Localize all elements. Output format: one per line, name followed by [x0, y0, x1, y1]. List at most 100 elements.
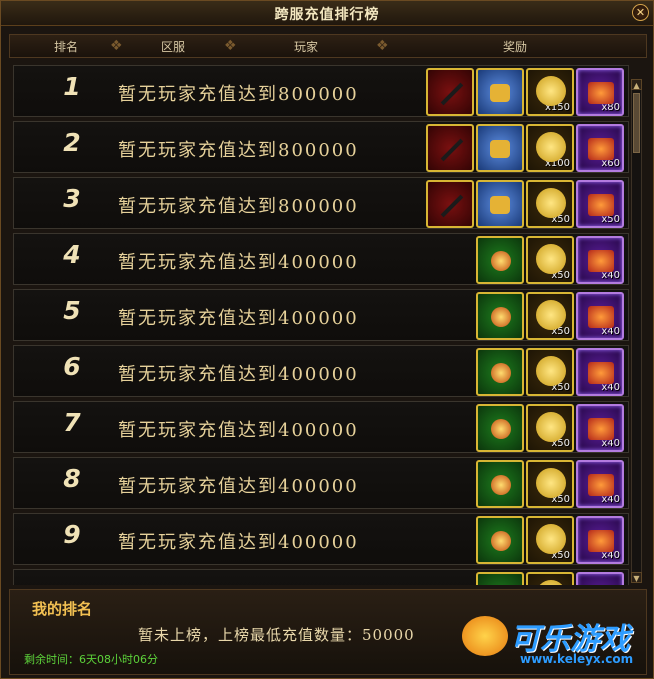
reward-qty: x50 [551, 382, 570, 393]
treasure-chest-icon[interactable]: x80 [576, 68, 624, 116]
rank-number: 7 [63, 408, 81, 437]
green-gem-icon[interactable] [476, 348, 524, 396]
close-icon[interactable]: ✕ [632, 4, 649, 21]
table-row: 3 暂无玩家充值达到800000 x50 x50 [13, 177, 629, 229]
gold-coin-icon[interactable]: x150 [526, 68, 574, 116]
reward-qty: x50 [551, 550, 570, 561]
rank-number: 6 [63, 352, 81, 381]
table-row: 6 暂无玩家充值达到400000 x50 x40 [13, 345, 629, 397]
gold-coin-icon[interactable]: x50 [526, 516, 574, 564]
rank-number: 9 [63, 520, 81, 549]
reward-qty: x40 [601, 494, 620, 505]
player-text: 暂无玩家充值达到400000 [118, 420, 359, 441]
rank-number: 8 [63, 464, 81, 493]
gold-coin-icon[interactable]: x50 [526, 180, 574, 228]
reward-qty: x50 [551, 214, 570, 225]
logo-icon [462, 616, 508, 656]
watermark-logo: 可乐游戏 www.keleyx.com [462, 612, 654, 670]
treasure-chest-icon[interactable]: x40 [576, 236, 624, 284]
treasure-chest-icon[interactable]: x60 [576, 124, 624, 172]
reward-qty: x50 [551, 438, 570, 449]
player-text: 暂无玩家充值达到400000 [118, 476, 359, 497]
green-gem-icon[interactable] [476, 460, 524, 508]
green-gem-icon[interactable] [476, 516, 524, 564]
rank-number: 5 [63, 296, 81, 325]
treasure-chest-icon[interactable]: x40 [576, 348, 624, 396]
scroll-thumb[interactable] [633, 93, 640, 153]
player-text: 暂无玩家充值达到800000 [118, 196, 359, 217]
reward-qty: x40 [601, 438, 620, 449]
reward-qty: x50 [551, 326, 570, 337]
my-rank-panel: 我的排名 暂未上榜，上榜最低充值数量：50000 剩余时间：6天08小时06分 … [9, 589, 647, 675]
reward-qty: x150 [544, 102, 570, 113]
player-text: 暂无玩家充值达到400000 [118, 364, 359, 385]
header-divider-icon: ❖ [110, 38, 123, 54]
player-text: 暂无玩家充值达到400000 [118, 532, 359, 553]
crown-icon[interactable] [476, 124, 524, 172]
gold-coin-icon[interactable]: x50 [526, 460, 574, 508]
player-text: 暂无玩家充值达到400000 [118, 308, 359, 329]
table-row: 5 暂无玩家充值达到400000 x50 x40 [13, 289, 629, 341]
gold-coin-icon[interactable]: x50 [526, 236, 574, 284]
treasure-chest-icon[interactable]: x40 [576, 292, 624, 340]
table-row: 9 暂无玩家充值达到400000 x50 x40 [13, 513, 629, 565]
table-row: 7 暂无玩家充值达到400000 x50 x40 [13, 401, 629, 453]
rank-number: 3 [63, 184, 81, 213]
header-reward: 奖励 [502, 40, 527, 54]
treasure-chest-icon[interactable]: x40 [576, 460, 624, 508]
green-gem-icon[interactable] [476, 236, 524, 284]
table-row: 1 暂无玩家充值达到800000 x150 x80 [13, 65, 629, 117]
treasure-chest-icon[interactable]: x50 [576, 180, 624, 228]
header-rank: 排名 [53, 40, 78, 54]
ranking-window: 跨服充值排行榜 ✕ 排名 ❖ 区服 ❖ 玩家 ❖ 奖励 1 暂无玩家充值达到80… [0, 0, 654, 679]
treasure-chest-icon[interactable] [576, 572, 624, 585]
scrollbar[interactable]: ▲ ▼ [631, 79, 642, 583]
table-row: 8 暂无玩家充值达到400000 x50 x40 [13, 457, 629, 509]
table-header: 排名 ❖ 区服 ❖ 玩家 ❖ 奖励 [9, 34, 647, 58]
weapon-icon[interactable] [426, 124, 474, 172]
gold-coin-icon[interactable]: x50 [526, 348, 574, 396]
ranking-list[interactable]: 1 暂无玩家充值达到800000 x150 x80 2 暂无玩家充值达到8000… [13, 65, 629, 585]
reward-qty: x80 [601, 102, 620, 113]
reward-qty: x40 [601, 382, 620, 393]
table-row: 2 暂无玩家充值达到800000 x100 x60 [13, 121, 629, 173]
reward-qty: x60 [601, 158, 620, 169]
crown-icon[interactable] [476, 68, 524, 116]
reward-qty: x50 [551, 494, 570, 505]
gold-coin-icon[interactable] [526, 572, 574, 585]
my-rank-status: 暂未上榜，上榜最低充值数量：50000 [138, 626, 415, 644]
my-rank-title: 我的排名 [32, 600, 93, 618]
reward-qty: x40 [601, 550, 620, 561]
crown-icon[interactable] [476, 180, 524, 228]
reward-qty: x100 [544, 158, 570, 169]
green-gem-icon[interactable] [476, 292, 524, 340]
scroll-up-icon[interactable]: ▲ [631, 79, 642, 90]
rank-number: 1 [63, 72, 81, 101]
green-gem-icon[interactable] [476, 572, 524, 585]
reward-qty: x40 [601, 270, 620, 281]
gold-coin-icon[interactable]: x100 [526, 124, 574, 172]
table-row: 4 暂无玩家充值达到400000 x50 x40 [13, 233, 629, 285]
player-text: 暂无玩家充值达到400000 [118, 252, 359, 273]
treasure-chest-icon[interactable]: x40 [576, 516, 624, 564]
window-title: 跨服充值排行榜 [274, 7, 380, 23]
gold-coin-icon[interactable]: x50 [526, 292, 574, 340]
watermark-url: www.keleyx.com [520, 652, 634, 666]
header-player: 玩家 [293, 40, 318, 54]
weapon-icon[interactable] [426, 68, 474, 116]
header-divider-icon: ❖ [376, 38, 389, 54]
treasure-chest-icon[interactable]: x40 [576, 404, 624, 452]
player-text: 暂无玩家充值达到800000 [118, 84, 359, 105]
reward-qty: x50 [551, 270, 570, 281]
rank-number: 4 [63, 240, 81, 269]
header-divider-icon: ❖ [224, 38, 237, 54]
reward-qty: x50 [601, 214, 620, 225]
reward-qty: x40 [601, 326, 620, 337]
header-server: 区服 [160, 40, 185, 54]
player-text: 暂无玩家充值达到800000 [118, 140, 359, 161]
scroll-down-icon[interactable]: ▼ [631, 572, 642, 583]
gold-coin-icon[interactable]: x50 [526, 404, 574, 452]
weapon-icon[interactable] [426, 180, 474, 228]
green-gem-icon[interactable] [476, 404, 524, 452]
title-bar[interactable]: 跨服充值排行榜 ✕ [1, 1, 653, 26]
